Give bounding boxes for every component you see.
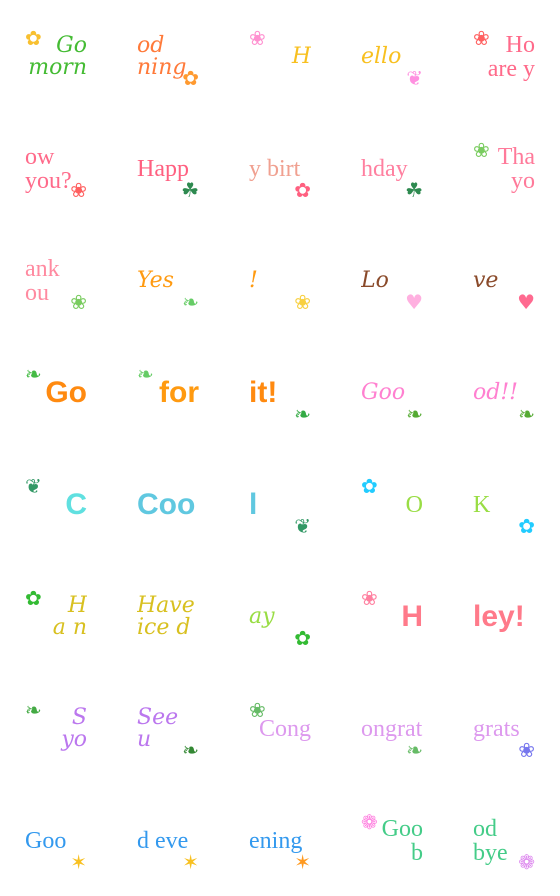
emoji-sticker[interactable]: ✿ od ning [137, 26, 199, 89]
emoji-sticker[interactable]: ❧ Go [25, 362, 87, 424]
emoji-sticker[interactable]: ❧ See u [137, 698, 199, 761]
ribbon-icon: ❦ [406, 66, 423, 88]
sticker-text: Goo [25, 828, 67, 854]
sticker-text: H [401, 600, 423, 633]
sticker-text: ongrat [361, 716, 423, 742]
emoji-sticker[interactable]: ❧ Goo [361, 362, 423, 425]
star-flower-icon: ✶ [70, 850, 87, 872]
sticker-text: grats [473, 716, 520, 742]
leaf-icon: ❧ [182, 290, 199, 312]
tulip-icon: ❀ [249, 26, 266, 50]
emoji-sticker[interactable]: ❀ Cong [249, 698, 311, 760]
emoji-sticker[interactable]: ♥ Lo [361, 250, 423, 313]
emoji-sticker[interactable]: ❁ Goo b [361, 810, 423, 872]
emoji-sticker[interactable]: ❧ it! [249, 362, 311, 425]
wreath-icon: ❧ [406, 738, 423, 760]
sticker-text: ley! [473, 600, 525, 633]
sticker-text: ow you? [25, 144, 72, 194]
sticker-text: S yo [61, 705, 87, 752]
emoji-sticker[interactable]: ❀! [249, 250, 311, 313]
emoji-sticker[interactable]: ❁ od bye [473, 810, 535, 872]
heart-icon: ♥ [405, 290, 423, 312]
emoji-sticker[interactable]: ❦ l [249, 474, 311, 537]
sticker-text: Coo [137, 488, 196, 521]
emoji-sticker[interactable]: ✶ Goo [25, 810, 87, 872]
emoji-sticker[interactable]: ❀ H [361, 586, 423, 648]
sticker-text: Go morn [28, 33, 87, 80]
sticker-text: Happ [137, 156, 189, 182]
sticker-text: Cong [258, 716, 311, 742]
emoji-sticker[interactable]: ✿ y birt [249, 138, 311, 200]
emoji-sticker[interactable]: ❀ grats [473, 698, 535, 760]
sticker-text: Tha yo [497, 144, 535, 194]
vine-icon: ☘ [181, 178, 199, 200]
star-flower-icon: ✶ [294, 850, 311, 872]
vine-icon: ✿ [294, 178, 311, 200]
sticker-text: Go [45, 376, 87, 409]
emoji-grid: ✿ Go morn ✿ od ning ❀ H ❦ ello ❀ Ho are y ❀ ow you?… [0, 0, 560, 896]
emoji-sticker[interactable]: ✿ O [361, 474, 423, 536]
emoji-sticker[interactable]: ✿ Go morn [25, 26, 87, 88]
sticker-text: ening [249, 828, 303, 854]
emoji-sticker[interactable]: ❀ ow you? [25, 138, 87, 200]
emoji-sticker[interactable]: ❧ for [137, 362, 199, 424]
emoji-sticker[interactable]: ♥ ve [473, 250, 535, 313]
sticker-text: Ho are y [487, 32, 535, 82]
sticker-text: ve [473, 268, 499, 293]
sticker-text: O [405, 492, 423, 518]
sticker-text: C [65, 488, 87, 521]
sticker-text: l [249, 488, 258, 521]
emoji-sticker[interactable]: ❦ C [25, 474, 87, 536]
emoji-sticker[interactable]: Have ice d [137, 586, 199, 648]
sticker-text: od bye [473, 816, 508, 866]
sticker-text: ay [249, 604, 275, 629]
emoji-sticker[interactable]: ✶ d eve [137, 810, 199, 872]
sticker-text: K [473, 492, 491, 518]
sticker-text: d eve [137, 828, 189, 854]
flower-bush-icon: ✿ [294, 626, 311, 648]
sticker-text: Lo [361, 268, 389, 293]
sticker-text: hday [361, 156, 408, 182]
sticker-text: it! [249, 376, 278, 409]
emoji-sticker[interactable]: ❀ ank ou [25, 250, 87, 312]
emoji-sticker[interactable]: ❧ Yes [137, 250, 199, 313]
sticker-text: H [291, 44, 311, 69]
emoji-sticker[interactable]: ❀ Ho are y [473, 26, 535, 88]
emoji-sticker[interactable]: ✿ ay [249, 586, 311, 649]
leaf-icon: ❧ [406, 402, 423, 424]
sticker-text: ello [361, 44, 402, 69]
emoji-sticker[interactable]: ❧ S yo [25, 698, 87, 760]
sticker-text: od!! [473, 380, 519, 405]
sticker-text: od ning [137, 33, 187, 80]
sticker-text: H a n [52, 593, 87, 640]
emoji-sticker[interactable]: Coo [137, 474, 199, 536]
emoji-sticker[interactable]: ❀ Tha yo [473, 138, 535, 200]
emoji-sticker[interactable]: ❧ od!! [473, 362, 535, 425]
emoji-sticker[interactable]: ❀ H [249, 26, 311, 88]
emoji-sticker[interactable]: ley! [473, 586, 535, 648]
sticker-text: ! [249, 268, 258, 293]
vine-icon: ☘ [405, 178, 423, 200]
emoji-sticker[interactable]: ✿ H a n [25, 586, 87, 648]
flower-icon: ✿ [518, 514, 535, 536]
emoji-sticker[interactable]: ☘ Happ [137, 138, 199, 200]
emoji-sticker[interactable]: ✶ ening [249, 810, 311, 872]
sticker-text: for [159, 376, 199, 409]
heart-icon: ♥ [517, 290, 535, 312]
flower-branch-icon: ❀ [294, 290, 311, 312]
sticker-text: Have ice d [137, 593, 195, 640]
sticker-text: Goo b [381, 816, 423, 866]
sticker-text: Goo [361, 380, 406, 405]
emoji-sticker[interactable]: ❧ ongrat [361, 698, 423, 760]
emoji-sticker[interactable]: ✿ K [473, 474, 535, 536]
sticker-text: Yes [137, 268, 174, 293]
emoji-sticker[interactable]: ❦ ello [361, 26, 423, 89]
leaf-icon: ❧ [518, 402, 535, 424]
sticker-text: See u [137, 705, 179, 752]
sticker-text: ank ou [25, 256, 60, 306]
emoji-sticker[interactable]: ☘ hday [361, 138, 423, 200]
wreath-icon: ❀ [518, 738, 535, 760]
sticker-text: y birt [249, 156, 301, 182]
star-flower-icon: ✶ [182, 850, 199, 872]
